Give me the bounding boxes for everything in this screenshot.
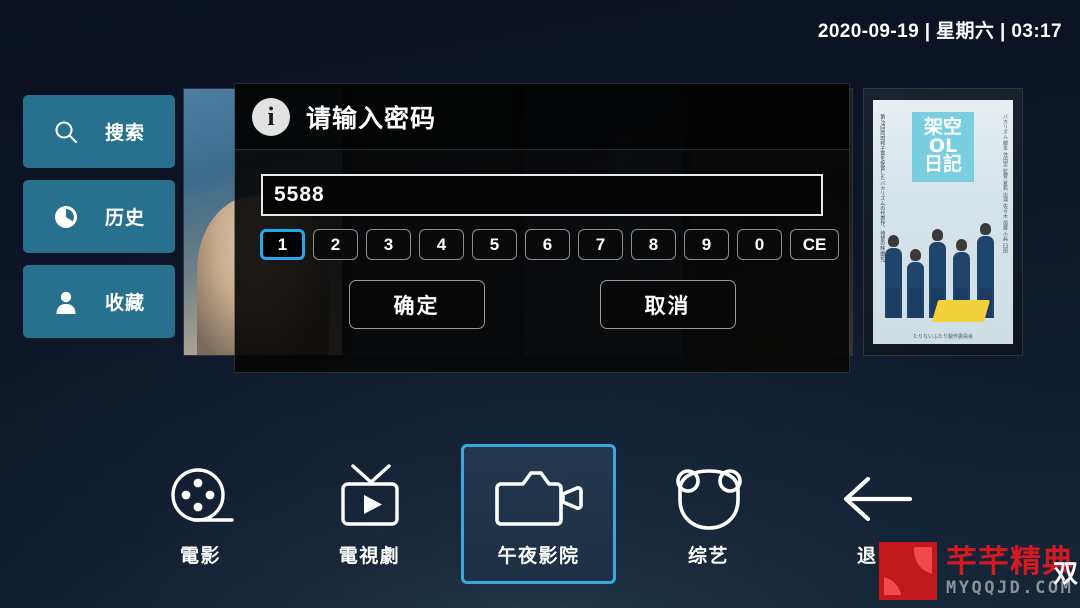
poster-table-prop (931, 300, 990, 322)
nav-item-variety[interactable]: 综艺 (631, 444, 786, 584)
sidebar-item-history[interactable]: 历史 (23, 180, 175, 253)
edge-partial-character: 双 (1052, 560, 1078, 588)
poster-title-line: 架空 (923, 116, 962, 138)
watermark: 芊芊精典 MYQQJD.COM 双 (879, 542, 1078, 600)
keypad-key-9[interactable]: 9 (684, 229, 729, 260)
nav-item-movies[interactable]: 電影 (123, 444, 278, 584)
dialog-header: i 请输入密码 (235, 84, 849, 150)
watermark-logo-icon (879, 542, 937, 600)
dialog-title: 请输入密码 (306, 104, 437, 133)
sidebar: 搜索 历史 收藏 (23, 95, 175, 350)
sidebar-item-label: 收藏 (104, 293, 145, 314)
keypad-key-2[interactable]: 2 (313, 229, 358, 260)
sidebar-item-label: 搜索 (104, 123, 145, 144)
dialog-actions: 确定 取消 (235, 280, 849, 329)
nav-item-label: 電視劇 (338, 545, 401, 567)
poster-bottom-text: たりないふたり製作委員会 (912, 334, 973, 340)
video-camera-icon (493, 461, 585, 537)
nav-item-tv-series[interactable]: 電視劇 (292, 444, 447, 584)
keypad-key-8[interactable]: 8 (631, 229, 676, 260)
featured-poster-art: 第39回向田邦子賞を受賞したバカリズムの代表作、待望の映画化! バカリズム 脚本… (873, 100, 1013, 344)
bear-head-icon (669, 461, 749, 537)
clock-icon (53, 204, 79, 230)
sidebar-item-label: 历史 (104, 208, 145, 229)
password-dialog: i 请输入密码 5588 1 2 3 4 5 6 7 8 9 0 CE 确定 取… (235, 84, 849, 372)
sidebar-item-favorites[interactable]: 收藏 (23, 265, 175, 338)
keypad-key-3[interactable]: 3 (366, 229, 411, 260)
film-reel-icon (164, 461, 238, 537)
keypad-key-0[interactable]: 0 (737, 229, 782, 260)
numeric-keypad: 1 2 3 4 5 6 7 8 9 0 CE (260, 229, 849, 260)
nav-item-label: 综艺 (687, 545, 729, 567)
keypad-key-7[interactable]: 7 (578, 229, 623, 260)
television-icon (331, 461, 409, 537)
poster-thumbnail-featured[interactable]: 第39回向田邦子賞を受賞したバカリズムの代表作、待望の映画化! バカリズム 脚本… (863, 88, 1023, 356)
nav-item-label: 午夜影院 (497, 545, 580, 567)
nav-item-midnight-cinema[interactable]: 午夜影院 (461, 444, 616, 584)
keypad-key-4[interactable]: 4 (419, 229, 464, 260)
password-input[interactable]: 5588 (261, 174, 823, 216)
back-arrow-icon (838, 461, 918, 537)
info-icon: i (252, 97, 290, 136)
poster-title-block: 架空 OL 日記 (912, 112, 974, 182)
confirm-button[interactable]: 确定 (348, 280, 485, 329)
keypad-key-ce[interactable]: CE (790, 229, 839, 260)
keypad-key-6[interactable]: 6 (525, 229, 570, 260)
status-clock: 2020-09-19 | 星期六 | 03:17 (817, 21, 1062, 42)
nav-item-label: 電影 (179, 545, 221, 567)
user-icon (53, 289, 79, 315)
cancel-button[interactable]: 取消 (599, 280, 736, 329)
keypad-key-5[interactable]: 5 (472, 229, 517, 260)
keypad-key-1[interactable]: 1 (260, 229, 305, 260)
poster-title-line: 日記 (923, 153, 962, 176)
search-icon (53, 119, 79, 145)
sidebar-item-search[interactable]: 搜索 (23, 95, 175, 168)
